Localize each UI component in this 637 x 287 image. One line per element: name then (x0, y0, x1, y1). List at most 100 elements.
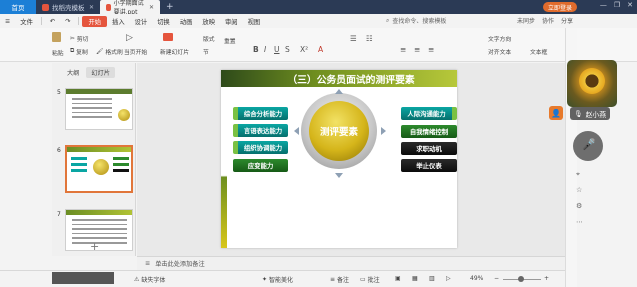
more-icon[interactable]: ⋯ (576, 218, 584, 226)
tab-template[interactable]: 找稻壳模板 ✕ (36, 0, 100, 14)
superscript-icon[interactable]: X² (300, 45, 308, 54)
ppt-file-icon (106, 3, 111, 11)
paste-button[interactable] (52, 32, 63, 42)
left-item-4[interactable]: 应变能力 (233, 159, 288, 172)
menu-animation[interactable]: 动画 (175, 17, 198, 26)
current-slide[interactable]: （三）公务员面试的测评要素 测评要素 综合分析能力 言语表达能力 组织协调能力 … (221, 70, 457, 248)
mute-button[interactable]: 🎤 (573, 131, 603, 161)
missing-font-text: 缺失字体 (141, 277, 166, 284)
tab-template-label: 找稻壳模板 (52, 4, 85, 12)
brush-icon: 🖌 (96, 48, 104, 55)
scissors-icon: ✂ (70, 35, 75, 42)
login-button[interactable]: 立即登录 (542, 2, 577, 12)
collaborate-button[interactable]: 协作 (542, 16, 554, 25)
right-item-1[interactable]: 人际沟通能力 (401, 107, 457, 120)
underline-icon[interactable]: U (274, 45, 280, 54)
menu-review[interactable]: 审阅 (220, 17, 243, 26)
redo-icon[interactable]: ↷ (60, 18, 75, 25)
menu-file[interactable]: 文件 (15, 17, 38, 26)
normal-view-icon[interactable]: ▣ (395, 275, 401, 282)
zoom-level[interactable]: 49% (470, 275, 483, 282)
smart-beautify-button[interactable]: ✦ 智能美化 (262, 275, 293, 284)
play-icon[interactable]: ▷ (446, 275, 451, 282)
reading-view-icon[interactable]: ▥ (429, 275, 435, 282)
font-color-icon[interactable]: A (318, 45, 323, 54)
new-slide-button[interactable] (163, 33, 175, 41)
missing-font-button[interactable]: ⚠ 缺失字体 (134, 275, 165, 284)
align-center-icon[interactable]: ≡ (414, 45, 420, 54)
format-painter-button[interactable]: 🖌 格式刷 (96, 47, 123, 57)
reset-button[interactable]: 重置 (224, 36, 236, 45)
right-item-3[interactable]: 求职动机 (401, 142, 457, 155)
right-item-2[interactable]: 自我情绪控制 (401, 125, 457, 138)
sparkle-icon: ✦ (262, 276, 268, 283)
zoom-slider-handle[interactable] (518, 276, 524, 282)
slide-thumbnail-6[interactable] (65, 145, 133, 193)
menu-design[interactable]: 设计 (130, 17, 153, 26)
sorter-view-icon[interactable]: ▦ (412, 275, 418, 282)
menu-home[interactable]: 开始 (82, 15, 108, 27)
bullets-icon[interactable]: ☰ (350, 34, 357, 43)
minimize-icon[interactable]: — (600, 1, 607, 9)
comment-icon: ▭ (360, 276, 366, 283)
tab-document[interactable]: 小学期面试要讲.ppt ✕ (100, 0, 160, 16)
notes-icon: ≡ (330, 276, 336, 283)
align-left-icon[interactable]: ≡ (400, 45, 406, 54)
mic-muted-icon: 🎤 (582, 138, 596, 151)
location-icon[interactable]: ⌖ (576, 170, 584, 178)
new-tab-icon[interactable]: + (160, 2, 180, 12)
copy-button[interactable]: ⧉ 复制 (70, 47, 88, 56)
menu-hamburger-icon[interactable]: ≡ (0, 18, 15, 25)
zoom-in-icon[interactable]: + (544, 275, 549, 282)
thumb-pill (113, 163, 129, 166)
notes-pane[interactable]: ≡ 单击此处添加备注 (137, 256, 565, 270)
add-slide-icon[interactable]: + (90, 240, 99, 253)
slide-title[interactable]: （三）公务员面试的测评要素 (251, 72, 451, 86)
strikethrough-icon[interactable]: S (285, 45, 290, 54)
notes-toggle-button[interactable]: ≡ 备注 (330, 275, 349, 284)
cut-button[interactable]: ✂ 剪切 (70, 34, 88, 44)
comments-button[interactable]: ▭ 批注 (360, 275, 380, 284)
copy-icon: ⧉ (70, 48, 75, 54)
sync-status[interactable]: 未同步 (517, 16, 535, 25)
text-direction-button[interactable]: 文字方向 (488, 34, 511, 43)
tab-slides[interactable]: 幻灯片 (86, 67, 115, 78)
paste-text: 粘贴 (52, 51, 64, 57)
numbering-icon[interactable]: ☷ (366, 34, 373, 43)
menu-transition[interactable]: 切换 (152, 17, 175, 26)
align-text-button[interactable]: 对齐文本 (488, 47, 511, 56)
left-item-1[interactable]: 综合分析能力 (233, 107, 288, 120)
italic-icon[interactable]: I (264, 45, 266, 54)
settings-icon[interactable]: ⚙ (576, 202, 584, 210)
left-item-3[interactable]: 组织协调能力 (233, 141, 288, 154)
zoom-out-icon[interactable]: − (494, 275, 499, 282)
menu-slideshow[interactable]: 放映 (197, 17, 220, 26)
participant-video[interactable] (567, 60, 617, 107)
right-item-4[interactable]: 举止仪表 (401, 159, 457, 172)
left-item-2[interactable]: 言语表达能力 (233, 124, 288, 137)
participant-name-badge: 🎙 赵小燕 (570, 107, 611, 120)
close-icon[interactable]: ✕ (149, 4, 154, 11)
bold-icon[interactable]: B (253, 45, 259, 54)
search-icon: ⌕ (386, 16, 390, 24)
center-circle[interactable]: 测评要素 (309, 101, 369, 161)
menu-insert[interactable]: 插入 (107, 17, 130, 26)
menu-view[interactable]: 视图 (243, 17, 266, 26)
align-right-icon[interactable]: ≡ (428, 45, 434, 54)
divider (40, 17, 42, 25)
play-from-current-button[interactable]: ▷ (126, 33, 133, 43)
tab-home[interactable]: 首页 (0, 0, 36, 14)
slide-thumbnail-5[interactable] (65, 88, 133, 130)
share-button[interactable]: 分享 (561, 16, 573, 25)
section-button[interactable]: 节 (203, 47, 209, 56)
undo-icon[interactable]: ↶ (45, 18, 60, 25)
star-icon[interactable]: ☆ (576, 186, 584, 194)
close-icon[interactable]: ✕ (89, 4, 94, 11)
command-search[interactable]: ⌕ 查找命令、搜索模板 (386, 16, 446, 26)
close-window-icon[interactable]: ✕ (627, 1, 633, 9)
text-box-button[interactable]: 文本框 (530, 47, 547, 56)
maximize-icon[interactable]: ❐ (614, 1, 620, 9)
layout-button[interactable]: 版式 (203, 34, 215, 43)
tab-outline[interactable]: 大纲 (62, 67, 84, 78)
participants-icon[interactable]: 👤 (549, 106, 563, 120)
